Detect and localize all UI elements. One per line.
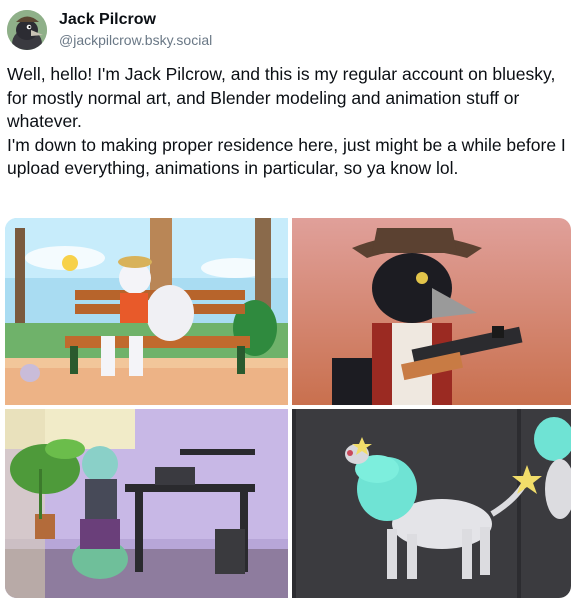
post-paragraph: Well, hello! I'm Jack Pilcrow, and this … — [7, 64, 556, 131]
post-text: Well, hello! I'm Jack Pilcrow, and this … — [7, 63, 569, 181]
beach-bench-image — [5, 218, 288, 405]
author-display-name[interactable]: Jack Pilcrow — [59, 11, 156, 29]
media-grid — [5, 218, 571, 598]
media-image-beach-bench[interactable] — [5, 218, 288, 405]
crow-avatar-icon — [7, 10, 47, 50]
media-image-room-desk[interactable] — [5, 409, 288, 598]
post-card: Jack Pilcrow @jackpilcrow.bsky.social We… — [0, 0, 576, 603]
post-paragraph: I'm down to making proper residence here… — [7, 134, 566, 179]
media-image-creature-render[interactable] — [292, 409, 571, 598]
creature-render-image — [292, 409, 571, 598]
media-image-crow-gunslinger[interactable] — [292, 218, 571, 405]
author-avatar[interactable] — [7, 10, 47, 50]
room-desk-image — [5, 409, 288, 598]
author-handle[interactable]: @jackpilcrow.bsky.social — [59, 32, 212, 48]
crow-gunslinger-image — [292, 218, 571, 405]
